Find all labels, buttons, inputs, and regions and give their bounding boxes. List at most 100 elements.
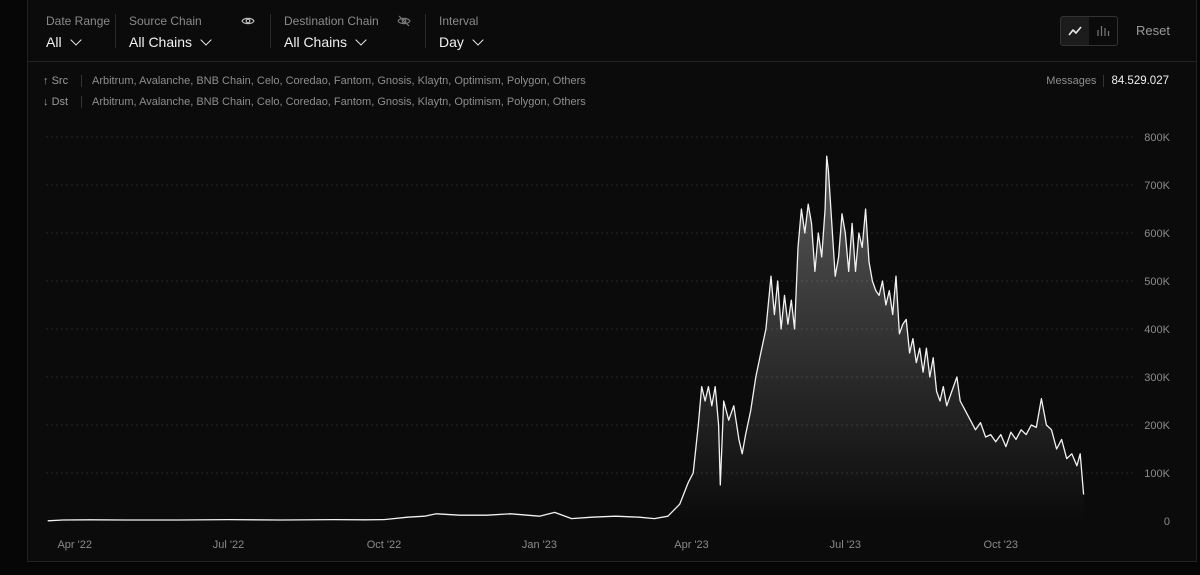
messages-label: Messages: [1046, 75, 1097, 87]
data-point: [892, 313, 894, 315]
line-chart-button[interactable]: [1061, 17, 1089, 45]
data-point: [280, 519, 282, 521]
destination-chain-select[interactable]: All Chains: [284, 34, 379, 50]
data-point: [486, 514, 488, 516]
source-chain-select[interactable]: All Chains: [129, 34, 212, 50]
data-point: [570, 517, 572, 519]
eye-icon[interactable]: [241, 14, 255, 33]
data-point: [942, 385, 944, 387]
data-point: [974, 429, 976, 431]
data-point: [667, 515, 669, 517]
destination-chain-value: All Chains: [284, 34, 348, 50]
interval-select[interactable]: Day: [439, 34, 484, 50]
data-point: [707, 385, 709, 387]
data-point: [1082, 493, 1084, 495]
data-point: [1005, 445, 1007, 447]
data-point: [1071, 453, 1073, 455]
data-point: [898, 333, 900, 335]
data-point: [177, 519, 179, 521]
data-point: [810, 222, 812, 224]
data-point: [1076, 465, 1078, 467]
data-point: [902, 323, 904, 325]
bar-chart-button[interactable]: [1089, 17, 1117, 45]
y-tick-label: 800K: [1144, 132, 1170, 144]
data-point: [687, 481, 689, 483]
data-point: [728, 419, 730, 421]
data-point: [979, 421, 981, 423]
data-point: [744, 433, 746, 435]
data-point: [765, 328, 767, 330]
divider: [425, 14, 426, 48]
data-point: [831, 222, 833, 224]
data-point: [807, 203, 809, 205]
data-point: [738, 438, 740, 440]
destination-chain-filter[interactable]: Destination Chain All Chains: [284, 14, 379, 50]
data-point: [804, 232, 806, 234]
data-point: [797, 246, 799, 248]
data-point: [834, 275, 836, 277]
data-point: [875, 289, 877, 291]
date-range-value: All: [46, 34, 62, 50]
y-tick-label: 100K: [1144, 468, 1170, 480]
chevron-down-icon: [200, 34, 212, 46]
eye-off-icon[interactable]: [397, 14, 411, 33]
data-point: [760, 352, 762, 354]
data-point: [932, 357, 934, 359]
data-point: [878, 294, 880, 296]
data-point: [995, 441, 997, 443]
data-point: [939, 400, 941, 402]
src-key-label: Src: [51, 75, 69, 87]
interval-value: Day: [439, 34, 464, 50]
x-tick-label: Jul '23: [830, 539, 861, 551]
chart-panel: Date Range All Source Chain All Chains D…: [27, 0, 1197, 562]
data-point: [1050, 429, 1052, 431]
y-tick-label: 400K: [1144, 324, 1170, 336]
chevron-down-icon: [472, 34, 484, 46]
data-point: [826, 155, 828, 157]
data-point: [959, 400, 961, 402]
date-range-filter[interactable]: Date Range All: [46, 14, 110, 50]
data-point: [704, 400, 706, 402]
data-point: [638, 516, 640, 518]
data-point: [919, 347, 921, 349]
src-key: ↑ Src: [43, 75, 75, 87]
data-point: [969, 419, 971, 421]
date-range-select[interactable]: All: [46, 34, 110, 50]
data-point: [929, 376, 931, 378]
chevron-down-icon: [69, 34, 82, 46]
data-point: [755, 376, 757, 378]
data-point: [824, 208, 826, 210]
destination-legend: ↓ Dst Arbitrum, Avalanche, BNB Chain, Ce…: [43, 96, 586, 108]
data-point: [679, 503, 681, 505]
data-point: [844, 232, 846, 234]
messages-area-chart: 0 100K 200K 300K 400K 500K 600K 700K 800K Apr '22…: [46, 132, 1171, 551]
reset-button[interactable]: Reset: [1136, 23, 1170, 38]
date-range-label: Date Range: [46, 14, 111, 28]
data-point: [885, 304, 887, 306]
y-tick-label: 600K: [1144, 228, 1170, 240]
data-point: [881, 280, 883, 282]
data-point: [854, 270, 856, 272]
divider: [81, 75, 82, 87]
data-point: [538, 515, 540, 517]
data-point: [888, 289, 890, 291]
data-point: [554, 511, 556, 513]
data-point: [364, 519, 366, 521]
data-point: [406, 516, 408, 518]
interval-filter[interactable]: Interval Day: [439, 14, 484, 50]
data-point: [935, 390, 937, 392]
messages-total: Messages 84.529.027: [1046, 75, 1169, 87]
data-point: [915, 361, 917, 363]
data-point: [435, 513, 437, 515]
data-point: [864, 208, 866, 210]
dst-chain-list: Arbitrum, Avalanche, BNB Chain, Celo, Co…: [92, 96, 586, 108]
data-point: [908, 352, 910, 354]
source-chain-label: Source Chain: [129, 14, 202, 28]
data-point: [1066, 457, 1068, 459]
data-point: [814, 270, 816, 272]
x-tick-label: Jul '22: [213, 539, 244, 551]
data-point: [423, 515, 425, 517]
divider: [1103, 75, 1105, 87]
series-area-fill: [47, 156, 1084, 521]
source-chain-filter[interactable]: Source Chain All Chains: [129, 14, 212, 50]
